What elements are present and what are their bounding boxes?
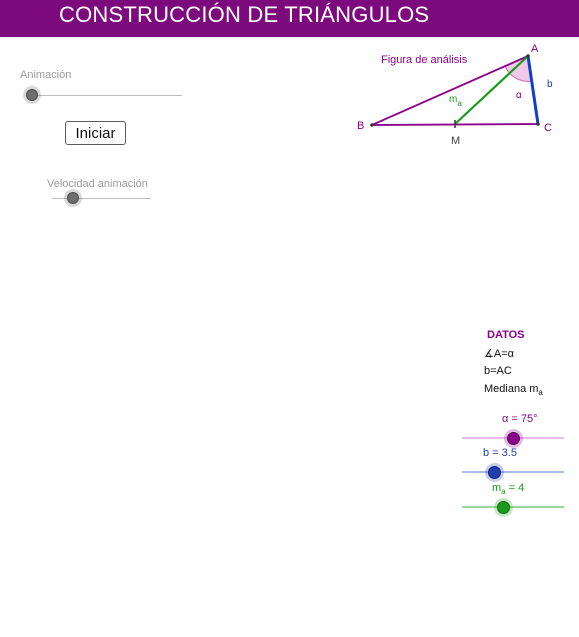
median-label-main: m [449,94,457,105]
alpha-slider-label: α = 75° [502,413,538,425]
median-label: ma [449,94,462,108]
ma-slider-label: ma = 4 [492,482,524,496]
ma-label-main: m [492,482,502,494]
vertex-c-label: C [544,122,552,134]
b-slider-handle[interactable] [488,466,501,479]
figure-title: Figura de análisis [381,54,468,66]
side-ab [371,55,529,126]
ma-label-value: = 4 [505,482,525,494]
point-c [536,122,540,126]
datos-median: Mediana ma [484,383,543,397]
datos-side: b=AC [484,365,512,377]
vertex-b-label: B [357,120,364,132]
datos-median-main: Mediana m [484,383,539,395]
ma-slider-handle[interactable] [497,501,510,514]
angle-alpha-label: α [516,90,522,101]
datos-median-sub: a [538,388,543,398]
point-a [526,54,530,58]
b-slider-track[interactable] [462,471,564,473]
side-b-label: b [547,79,553,90]
midpoint-m-label: M [451,135,460,147]
alpha-slider-handle[interactable] [507,432,520,445]
vertex-a-label: A [531,43,539,55]
median-label-sub: a [457,99,462,108]
b-slider-label: b = 3.5 [483,447,517,459]
ma-slider-track[interactable] [462,506,564,508]
point-b [370,123,374,127]
analysis-figure: Figura de análisis A B C M b α ma [357,43,553,147]
datos-angle: ∡A=α [484,348,514,360]
datos-title: DATOS [487,329,525,341]
side-b-ac [526,55,540,125]
